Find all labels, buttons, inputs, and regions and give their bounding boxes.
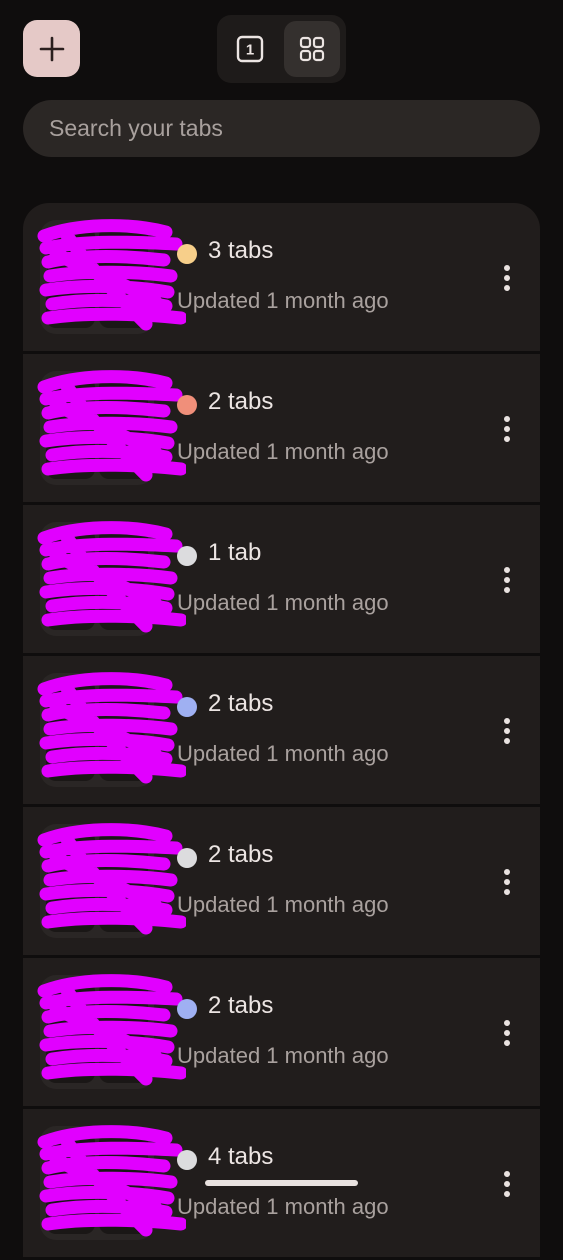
tab-count-label: 4 tabs: [208, 1143, 274, 1170]
thumbnail-cell: [99, 377, 148, 426]
thumbnail-cell: [46, 883, 95, 932]
thumbnail-cell: [99, 830, 148, 879]
new-tab-button[interactable]: [23, 20, 80, 77]
thumbnail-cell: [46, 981, 95, 1030]
tab-group-thumbnail[interactable]: [37, 1125, 186, 1240]
thumbnail-cell: [99, 883, 148, 932]
more-options-icon[interactable]: [494, 711, 520, 751]
thumbnail-cell: [99, 430, 148, 479]
group-color-dot: [177, 244, 197, 264]
more-options-icon[interactable]: [494, 560, 520, 600]
thumbnail-cell: [99, 279, 148, 328]
search-input[interactable]: [47, 114, 540, 143]
svg-text:1: 1: [246, 42, 254, 59]
thumbnail-cell: [99, 581, 148, 630]
updated-time-label: Updated 1 month ago: [177, 1194, 389, 1219]
more-options-icon[interactable]: [494, 1164, 520, 1204]
tab-group-thumbnail[interactable]: [37, 370, 186, 485]
tab-group-thumbnail[interactable]: [37, 219, 186, 334]
tab-group-row[interactable]: 2 tabs Updated 1 month ago: [23, 807, 540, 955]
plus-icon: [39, 36, 64, 61]
tab-group-row[interactable]: 2 tabs Updated 1 month ago: [23, 656, 540, 804]
more-options-icon[interactable]: [494, 258, 520, 298]
tab-count-label: 1 tab: [208, 539, 262, 566]
thumbnail-cell: [46, 430, 95, 479]
tab-group-row[interactable]: 3 tabs Updated 1 month ago: [23, 203, 540, 351]
tab-count-label: 3 tabs: [208, 237, 274, 264]
tab-group-thumbnail[interactable]: [37, 974, 186, 1089]
thumbnail-cell: [99, 679, 148, 728]
group-color-dot: [177, 395, 197, 415]
thumbnail-cell: [46, 1034, 95, 1083]
tab-count-label: 2 tabs: [208, 388, 274, 415]
tab-group-thumbnail[interactable]: [37, 672, 186, 787]
updated-time-label: Updated 1 month ago: [177, 590, 389, 615]
thumbnail-cell: [46, 226, 95, 275]
group-color-dot: [177, 999, 197, 1019]
thumbnail-cell: [99, 1185, 148, 1234]
home-indicator[interactable]: [205, 1180, 358, 1186]
group-color-dot: [177, 546, 197, 566]
group-color-dot: [177, 848, 197, 868]
thumbnail-cell: [99, 528, 148, 577]
tab-group-row[interactable]: 1 tab Updated 1 month ago: [23, 505, 540, 653]
more-options-icon[interactable]: [494, 862, 520, 902]
tab-groups-grid-icon: [299, 36, 325, 62]
more-options-icon[interactable]: [494, 409, 520, 449]
top-bar: 1: [0, 0, 563, 90]
tab-group-thumbnail[interactable]: [37, 823, 186, 938]
thumbnail-cell: [46, 679, 95, 728]
search-tabs-field[interactable]: [23, 100, 540, 157]
thumbnail-cell: [46, 377, 95, 426]
thumbnail-cell: [46, 830, 95, 879]
group-color-dot: [177, 1150, 197, 1170]
tab-mode-switcher: 1: [217, 15, 346, 83]
thumbnail-cell: [46, 279, 95, 328]
updated-time-label: Updated 1 month ago: [177, 288, 389, 313]
thumbnail-cell: [99, 1034, 148, 1083]
single-tabs-button[interactable]: 1: [222, 21, 278, 77]
thumbnail-cell: [99, 981, 148, 1030]
updated-time-label: Updated 1 month ago: [177, 1043, 389, 1068]
updated-time-label: Updated 1 month ago: [177, 439, 389, 464]
tab-group-thumbnail[interactable]: [37, 521, 186, 636]
thumbnail-cell: [46, 1132, 95, 1181]
more-options-icon[interactable]: [494, 1013, 520, 1053]
thumbnail-cell: [46, 1185, 95, 1234]
thumbnail-cell: [46, 581, 95, 630]
tab-count-label: 2 tabs: [208, 690, 274, 717]
thumbnail-cell: [99, 1132, 148, 1181]
tab-count-label: 2 tabs: [208, 841, 274, 868]
tab-group-row[interactable]: 2 tabs Updated 1 month ago: [23, 354, 540, 502]
tab-count-label: 2 tabs: [208, 992, 274, 1019]
thumbnail-cell: [99, 732, 148, 781]
tab-count-icon: 1: [236, 35, 264, 63]
group-color-dot: [177, 697, 197, 717]
updated-time-label: Updated 1 month ago: [177, 892, 389, 917]
thumbnail-cell: [99, 226, 148, 275]
thumbnail-cell: [46, 732, 95, 781]
tab-group-list: 3 tabs Updated 1 month ago 2 tabs Updated 1…: [23, 203, 540, 1260]
updated-time-label: Updated 1 month ago: [177, 741, 389, 766]
tab-group-row[interactable]: 2 tabs Updated 1 month ago: [23, 958, 540, 1106]
thumbnail-cell: [46, 528, 95, 577]
tab-groups-button[interactable]: [284, 21, 340, 77]
